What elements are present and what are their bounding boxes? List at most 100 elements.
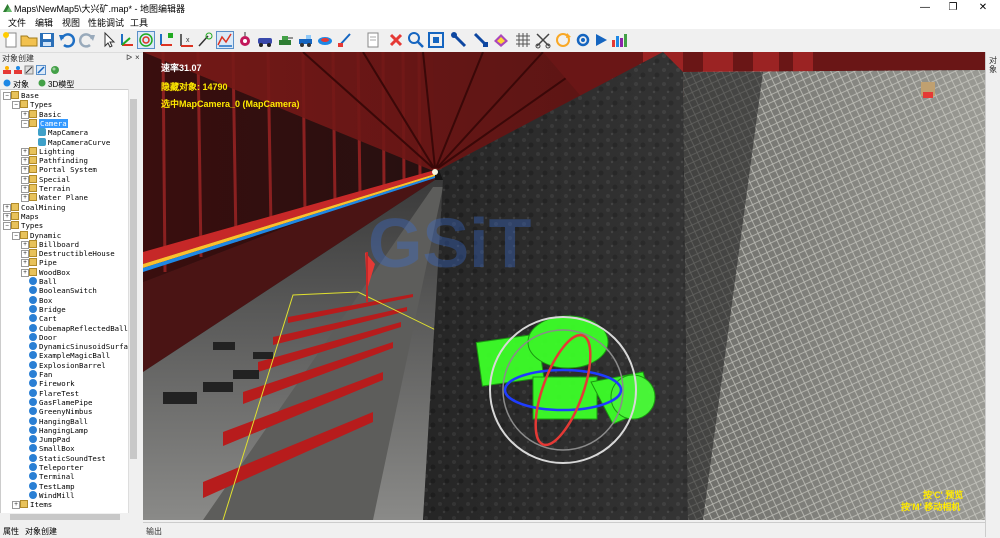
tree-item-label: Camera bbox=[39, 118, 68, 128]
folder-icon bbox=[29, 146, 37, 155]
settings-icon[interactable] bbox=[574, 31, 592, 49]
scene-viewport[interactable]: GSiT 速率31.07 隐藏对象: 14790 选中MapCamera_0 (… bbox=[143, 52, 985, 520]
object-icon bbox=[29, 444, 37, 453]
expand-toggle-icon[interactable]: − bbox=[21, 119, 29, 128]
menu-perf-debug[interactable]: 性能调试 bbox=[88, 16, 124, 29]
play-icon[interactable] bbox=[592, 31, 610, 49]
globe-icon[interactable] bbox=[50, 65, 60, 75]
object-icon bbox=[29, 286, 37, 295]
object-icon bbox=[29, 277, 37, 285]
tree-item-label: Bridge bbox=[39, 304, 66, 314]
sky-icon[interactable] bbox=[336, 31, 354, 49]
grid-icon[interactable] bbox=[514, 31, 532, 49]
menu-tools[interactable]: 工具 bbox=[130, 16, 148, 29]
expand-toggle-icon[interactable]: + bbox=[21, 185, 29, 193]
window-title: Maps\NewMap5\大兴矿.map* - 地图编辑器 bbox=[14, 4, 186, 14]
scroll-thumb-h[interactable] bbox=[10, 514, 120, 520]
close-window-button[interactable]: ✕ bbox=[970, 0, 996, 15]
svg-text:x: x bbox=[186, 37, 190, 44]
frame-icon[interactable] bbox=[427, 31, 445, 49]
camera-icon bbox=[38, 128, 46, 137]
new-file-icon[interactable] bbox=[2, 31, 20, 49]
folder-icon bbox=[20, 100, 28, 109]
folder-icon bbox=[20, 230, 28, 239]
tank-icon[interactable] bbox=[276, 31, 294, 49]
refresh-icon[interactable] bbox=[554, 31, 572, 49]
tree-item-label: JumpPad bbox=[39, 435, 71, 445]
expand-toggle-icon[interactable]: + bbox=[21, 250, 29, 259]
expand-toggle-icon[interactable]: + bbox=[21, 268, 29, 277]
scale-axis-icon[interactable] bbox=[157, 31, 175, 49]
tree-item-label: GasFlamePipe bbox=[39, 397, 93, 407]
scene-render: GSiT bbox=[143, 52, 985, 520]
redo-icon[interactable] bbox=[78, 31, 96, 49]
rotate-icon[interactable] bbox=[137, 31, 155, 49]
expand-toggle-icon[interactable]: − bbox=[3, 92, 11, 100]
expand-toggle-icon[interactable]: + bbox=[21, 166, 29, 175]
expand-toggle-icon[interactable]: + bbox=[3, 212, 11, 221]
delete-icon[interactable] bbox=[387, 31, 405, 49]
paint-icon[interactable] bbox=[492, 31, 510, 49]
pin-icon[interactable]: ᐅ bbox=[126, 53, 135, 62]
select-arrow-icon[interactable] bbox=[100, 31, 118, 49]
filter-icon[interactable] bbox=[13, 65, 23, 75]
open-folder-icon[interactable] bbox=[20, 31, 38, 49]
view-mode-icon[interactable] bbox=[36, 65, 46, 75]
car-icon[interactable] bbox=[256, 31, 274, 49]
tree-item-label: Firework bbox=[39, 379, 75, 389]
tree-item-label: Base bbox=[21, 91, 39, 100]
expand-toggle-icon[interactable]: − bbox=[12, 231, 20, 240]
expand-icon[interactable] bbox=[24, 65, 34, 75]
axis-x-icon[interactable]: x bbox=[178, 31, 196, 49]
menu-file[interactable]: 文件 bbox=[8, 16, 26, 29]
expand-toggle-icon[interactable]: + bbox=[12, 501, 20, 510]
menu-view[interactable]: 视图 bbox=[62, 16, 80, 29]
snap-icon[interactable] bbox=[196, 31, 214, 49]
expand-toggle-icon[interactable]: + bbox=[21, 194, 29, 203]
measure-icon[interactable] bbox=[472, 31, 490, 49]
undo-icon[interactable] bbox=[58, 31, 76, 49]
document-icon[interactable] bbox=[364, 31, 382, 49]
probe-icon[interactable] bbox=[450, 31, 468, 49]
cut-icon[interactable] bbox=[534, 31, 552, 49]
minimize-button[interactable]: — bbox=[912, 0, 938, 15]
expand-toggle-icon[interactable]: − bbox=[12, 101, 20, 110]
tree-vertical-scrollbar[interactable] bbox=[128, 89, 138, 513]
expand-toggle-icon[interactable]: + bbox=[21, 157, 29, 166]
tree-item-label: Terrain bbox=[39, 184, 71, 193]
menu-edit[interactable]: 编辑 bbox=[35, 16, 53, 29]
expand-toggle-icon[interactable]: + bbox=[21, 240, 29, 249]
tree-item-label: Box bbox=[39, 295, 53, 305]
vehicle-icon[interactable] bbox=[297, 31, 315, 49]
terrain-icon[interactable] bbox=[216, 31, 234, 49]
tree-item-label: Pipe bbox=[39, 258, 57, 268]
folder-icon bbox=[11, 221, 19, 230]
tree-item-label: Special bbox=[39, 174, 71, 184]
expand-toggle-icon[interactable]: − bbox=[3, 222, 11, 231]
maximize-button[interactable]: ❐ bbox=[940, 0, 966, 15]
sort-icon[interactable] bbox=[2, 65, 12, 75]
expand-toggle-icon[interactable]: + bbox=[21, 175, 29, 184]
tab-object-create[interactable]: 对象创建 bbox=[25, 526, 57, 537]
object-tree[interactable]: − Base − Types + Basic − Camera MapCamera MapCame… bbox=[0, 89, 130, 515]
place-object-icon[interactable] bbox=[236, 31, 254, 49]
folder-icon bbox=[29, 156, 37, 165]
expand-toggle-icon[interactable]: + bbox=[21, 147, 29, 156]
expand-toggle-icon[interactable]: + bbox=[21, 259, 29, 268]
tree-item-label: Ball bbox=[39, 277, 57, 286]
save-icon[interactable] bbox=[38, 31, 56, 49]
zoom-icon[interactable] bbox=[407, 31, 425, 49]
expand-toggle-icon[interactable]: + bbox=[3, 203, 11, 212]
tab-properties[interactable]: 属性 bbox=[3, 526, 19, 537]
stats-icon[interactable] bbox=[610, 31, 628, 49]
tree-item-label: Fan bbox=[39, 370, 53, 379]
right-dock-label[interactable]: 对象 bbox=[989, 56, 998, 74]
right-dock-strip[interactable]: 对象 bbox=[985, 52, 1000, 537]
output-panel[interactable]: 输出 bbox=[143, 522, 985, 538]
object-type-tabs: 对象 3D模型 bbox=[0, 78, 142, 89]
tree-horizontal-scrollbar[interactable] bbox=[0, 513, 137, 521]
scroll-thumb[interactable] bbox=[130, 99, 137, 459]
move-axis-icon[interactable] bbox=[118, 31, 136, 49]
water-icon[interactable] bbox=[316, 31, 334, 49]
expand-toggle-icon[interactable]: + bbox=[21, 110, 29, 119]
